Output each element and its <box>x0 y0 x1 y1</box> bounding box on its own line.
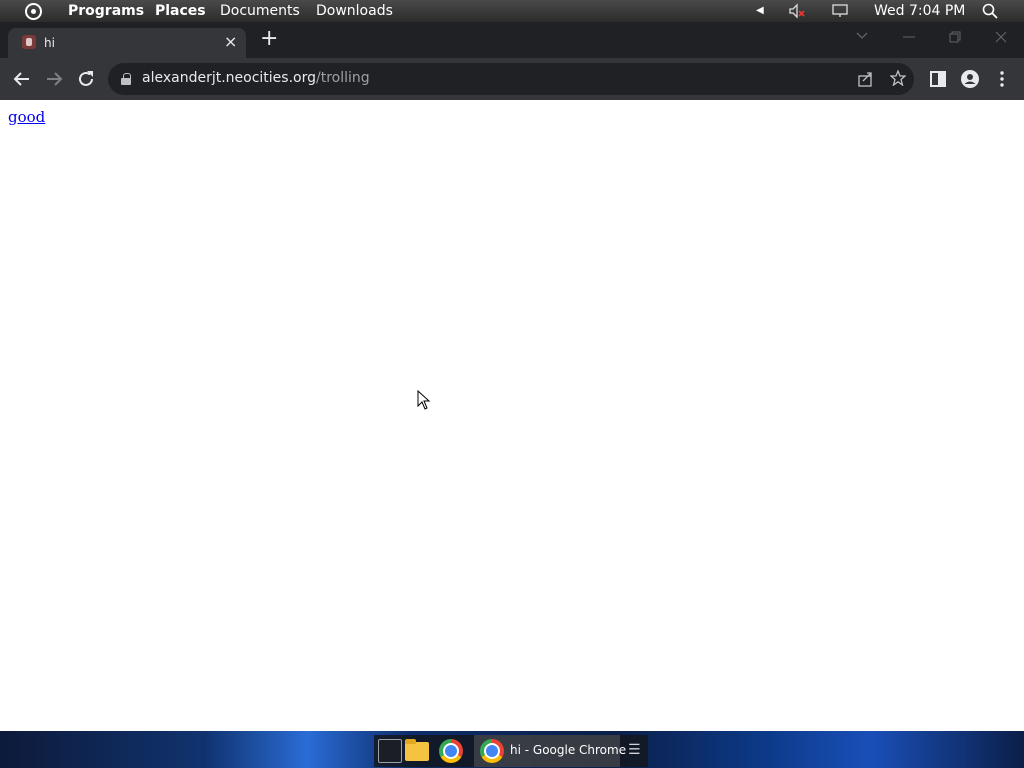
url-host: alexanderjt.neocities.org <box>142 70 316 86</box>
file-manager-icon[interactable] <box>405 739 429 761</box>
address-bar[interactable]: alexanderjt.neocities.org/trolling <box>108 63 914 95</box>
new-tab-button[interactable]: + <box>260 28 278 50</box>
tab-hi[interactable]: hi × <box>8 28 246 58</box>
reload-icon[interactable] <box>74 67 98 91</box>
top-panel: Programs Places Documents Downloads ◀ We… <box>0 0 1024 22</box>
tab-strip: hi × + <box>0 22 1024 58</box>
restore-icon[interactable] <box>949 31 961 43</box>
tab-title: hi <box>44 36 55 50</box>
site-favicon-icon <box>22 35 36 49</box>
tab-close-icon[interactable]: × <box>224 32 237 51</box>
taskbar-menu-icon[interactable]: ☰ <box>628 742 641 758</box>
more-menu-icon[interactable] <box>990 67 1014 91</box>
profile-avatar-icon[interactable] <box>958 67 982 91</box>
tray-arrow-icon[interactable]: ◀ <box>756 5 764 16</box>
tab-search-chevron-icon[interactable] <box>856 32 868 40</box>
chrome-window-icon <box>480 739 504 763</box>
terminal-icon[interactable] <box>378 739 402 763</box>
menu-places[interactable]: Places <box>155 3 206 19</box>
url-path: /trolling <box>316 70 370 86</box>
search-icon[interactable] <box>982 3 998 19</box>
chrome-launcher-icon[interactable] <box>439 739 463 763</box>
menu-documents[interactable]: Documents <box>220 3 300 19</box>
back-arrow-icon[interactable] <box>10 67 34 91</box>
menu-programs[interactable]: Programs <box>68 3 144 19</box>
clock[interactable]: Wed 7:04 PM <box>874 3 965 19</box>
window-close-icon[interactable] <box>995 31 1007 43</box>
lock-icon[interactable] <box>121 73 131 85</box>
system-menu-icon[interactable] <box>25 3 42 20</box>
display-icon[interactable] <box>832 4 848 18</box>
mouse-cursor-icon <box>417 390 431 410</box>
menu-downloads[interactable]: Downloads <box>316 3 393 19</box>
volume-muted-icon[interactable] <box>788 3 806 19</box>
side-panel-icon[interactable] <box>926 67 950 91</box>
browser-toolbar: alexanderjt.neocities.org/trolling <box>0 58 1024 100</box>
taskbar-window-label: hi - Google Chrome <box>510 743 627 757</box>
good-link[interactable]: good <box>8 108 45 126</box>
forward-arrow-icon[interactable] <box>42 67 66 91</box>
minimize-icon[interactable] <box>903 36 915 38</box>
share-icon[interactable] <box>858 71 874 87</box>
web-page: good <box>0 100 1024 731</box>
url-text[interactable]: alexanderjt.neocities.org/trolling <box>142 70 370 86</box>
bookmark-star-icon[interactable] <box>890 70 906 86</box>
